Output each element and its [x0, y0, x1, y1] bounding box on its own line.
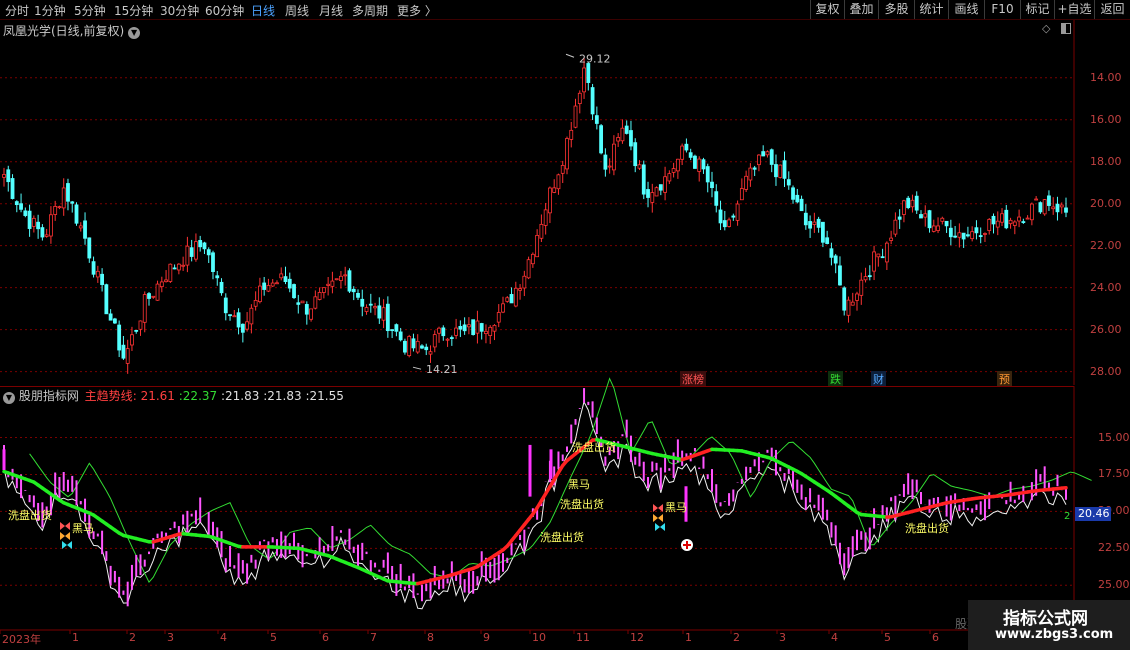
current-value-box: 20.46 [1075, 507, 1111, 521]
date-axis-label: 10 [532, 631, 546, 644]
date-axis-label: 3 [167, 631, 174, 644]
y-axis-label: 22.50 [1098, 541, 1130, 555]
date-axis-label: 2023年 [2, 633, 41, 646]
butterfly-icon [60, 522, 70, 530]
y-axis-label: 25.00 [1098, 578, 1130, 592]
date-axis-label: 2 [129, 631, 136, 644]
butterfly-icon [62, 541, 72, 549]
watermark-title: 指标公式网 [1003, 609, 1088, 629]
wash-sell-label: 洗盘出货 [572, 441, 616, 454]
wash-sell-label: 洗盘出货 [905, 522, 949, 535]
date-axis-label: 1 [685, 631, 692, 644]
date-axis-label: 1 [72, 631, 79, 644]
date-axis-label: 9 [483, 631, 490, 644]
date-axis-label: 2 [733, 631, 740, 644]
watermark-url: www.zbgs3.com [995, 627, 1114, 642]
indicator-chart[interactable] [0, 0, 1130, 650]
butterfly-icon [655, 523, 665, 531]
wash-sell-label: 洗盘出货 [540, 531, 584, 544]
fast-line [3, 400, 1067, 610]
butterfly-icon [653, 504, 663, 512]
date-axis-label: 4 [831, 631, 838, 644]
black-horse-label: 黑马 [72, 522, 94, 535]
right-edge-digit: 2 [1064, 511, 1071, 522]
date-axis-label: 5 [270, 631, 277, 644]
wash-sell-label: 洗盘出货 [560, 498, 604, 511]
y-axis-label: 15.00 [1098, 430, 1130, 444]
wash-sell-label: 洗盘出货 [8, 509, 52, 522]
date-axis-label: 11 [576, 631, 590, 644]
black-horse-label: 黑马 [568, 478, 590, 491]
date-axis-label: 5 [884, 631, 891, 644]
date-axis-label: 8 [427, 631, 434, 644]
upper-line [29, 377, 1092, 583]
y-axis-label: 17.50 [1098, 467, 1130, 481]
date-axis-label: 4 [220, 631, 227, 644]
black-horse-label: 黑马 [665, 501, 687, 514]
date-axis-label: 6 [322, 631, 329, 644]
date-axis-label: 3 [779, 631, 786, 644]
butterfly-icon [60, 532, 70, 540]
date-axis-label: 12 [630, 631, 644, 644]
date-axis-label: 6 [932, 631, 939, 644]
butterfly-icon [653, 514, 663, 522]
date-axis-label: 7 [370, 631, 377, 644]
